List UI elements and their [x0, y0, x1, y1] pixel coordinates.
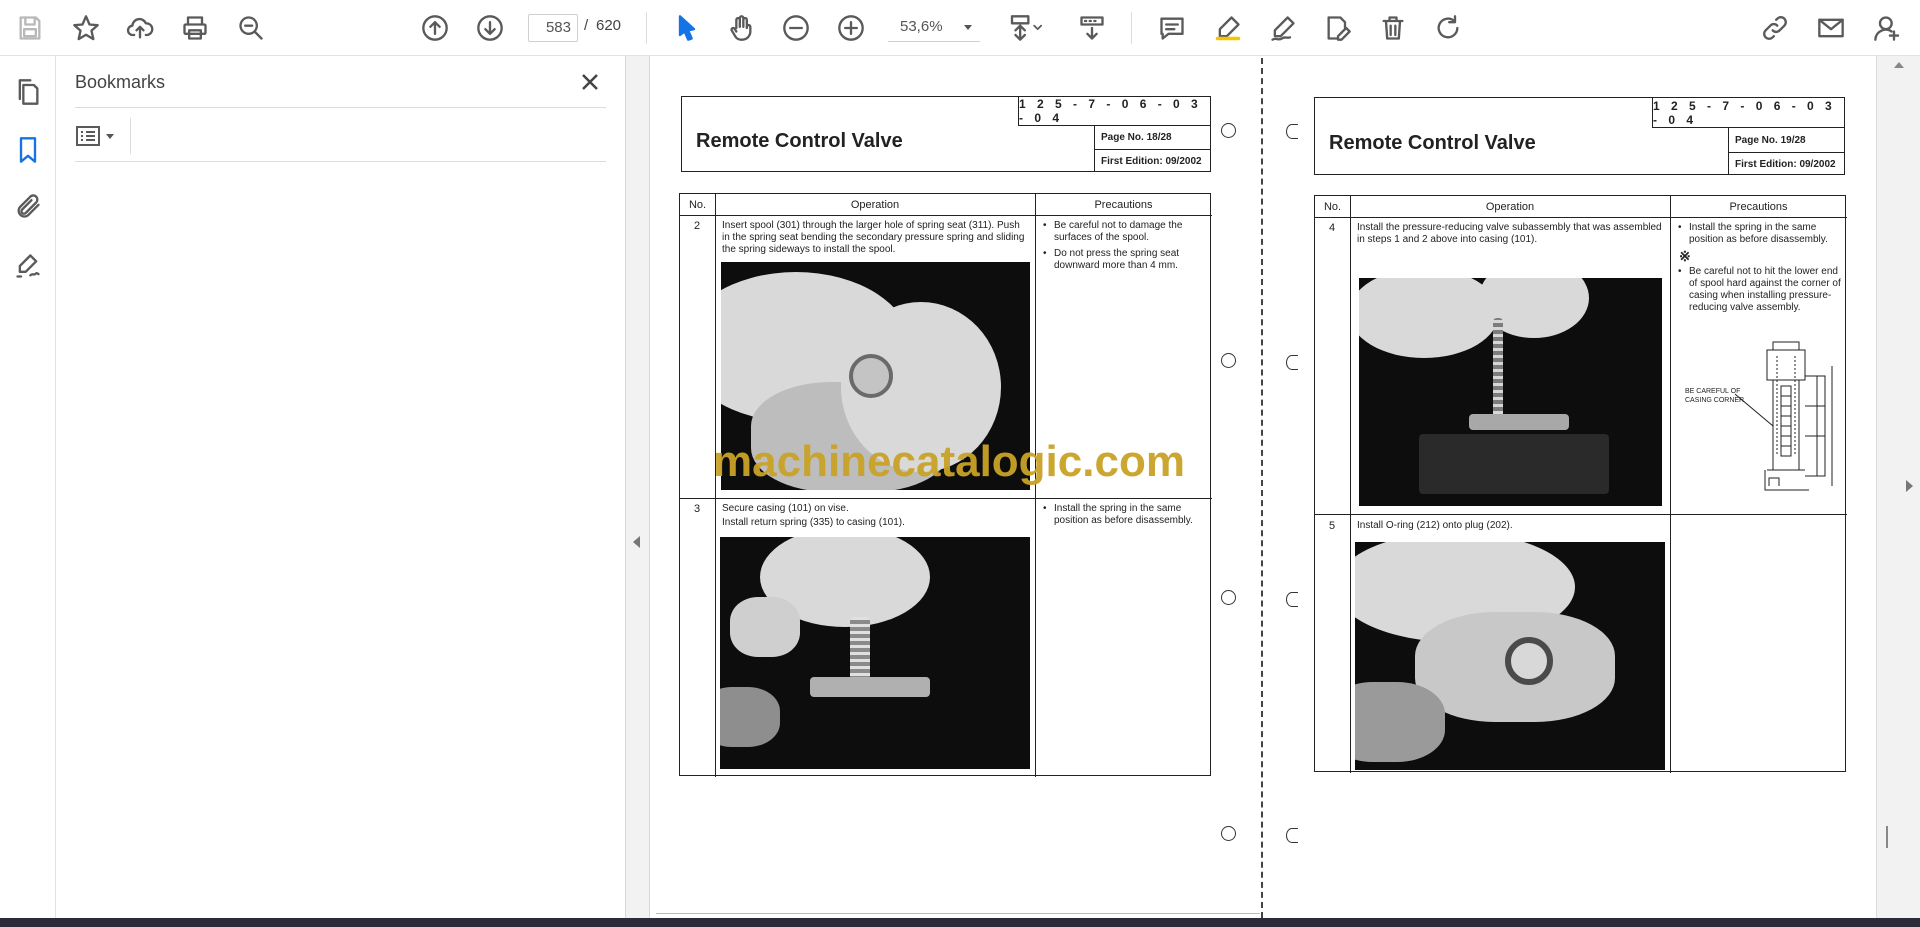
step-number: 2	[693, 220, 701, 232]
column-header-no: No.	[680, 194, 715, 216]
precaution-item: Be careful not to damage the surfaces of…	[1040, 220, 1208, 244]
zoom-in-icon[interactable]	[833, 10, 869, 46]
total-pages: 620	[596, 17, 622, 34]
document-page-right: 1 2 5 - 7 - 0 6 - 0 3 - 0 4 Remote Contr…	[1262, 56, 1886, 918]
precautions-list: Install the spring in the same position …	[1040, 503, 1208, 531]
operation-text: Install O-ring (212) onto plug (202).	[1357, 520, 1513, 531]
page-title: Remote Control Valve	[1329, 132, 1536, 154]
hand-icon[interactable]	[723, 10, 759, 46]
rotate-icon[interactable]	[1430, 10, 1466, 46]
attachment-icon[interactable]	[8, 186, 48, 226]
doc-code: 1 2 5 - 7 - 0 6 - 0 3 - 0 4	[1652, 98, 1844, 128]
email-icon[interactable]	[1813, 10, 1849, 46]
operation-text: Secure casing (101) on vise. Install ret…	[722, 503, 905, 528]
draw-icon[interactable]	[1265, 10, 1301, 46]
page-title: Remote Control Valve	[696, 130, 903, 152]
delete-icon[interactable]	[1375, 10, 1411, 46]
bookmark-options-button[interactable]	[76, 120, 126, 152]
chevron-down-icon	[106, 133, 114, 139]
highlight-icon[interactable]	[1210, 10, 1246, 46]
diagram-label: BE CAREFUL OF	[1685, 388, 1741, 395]
divider	[130, 118, 131, 154]
operation-text: Install the pressure-reducing valve suba…	[1357, 222, 1662, 245]
bookmarks-panel-title: Bookmarks	[75, 72, 166, 92]
reference-mark: ※	[1679, 248, 1691, 264]
photo-install-return-spring	[720, 537, 1030, 769]
expand-right-panel-icon[interactable]	[1906, 480, 1913, 492]
taskbar-edge	[0, 918, 1920, 927]
page-header: 1 2 5 - 7 - 0 6 - 0 3 - 0 4 Remote Contr…	[681, 96, 1211, 172]
star-icon[interactable]	[68, 10, 104, 46]
photo-install-valve-subassembly	[1359, 278, 1662, 506]
step-number: 3	[693, 503, 701, 515]
precautions-list: Be careful not to damage the surfaces of…	[1040, 220, 1208, 276]
signature-icon[interactable]	[8, 246, 48, 286]
watermark: machinecatalogic.com	[713, 437, 1185, 486]
bookmark-icon[interactable]	[8, 130, 48, 170]
zoom-out-icon[interactable]	[778, 10, 814, 46]
edition-label: First Edition: 09/2002	[1094, 150, 1211, 172]
bookmarks-panel: Bookmarks	[56, 56, 626, 927]
photo-install-o-ring	[1355, 542, 1665, 770]
left-navigation-rail	[0, 56, 56, 927]
collapse-panel-icon[interactable]	[633, 536, 640, 548]
column-header-no: No.	[1315, 196, 1350, 218]
page-thumbnails-icon[interactable]	[8, 72, 48, 112]
zoom-level-value: 53,6%	[900, 18, 943, 35]
zoom-level-select[interactable]: 53,6%	[888, 14, 980, 42]
divider	[75, 161, 606, 162]
document-view[interactable]: 1 2 5 - 7 - 0 6 - 0 3 - 0 4 Remote Contr…	[650, 56, 1886, 918]
column-header-operation: Operation	[1350, 196, 1670, 218]
precautions-list: Install the spring in the same position …	[1675, 222, 1843, 318]
page-number: Page No. 19/28	[1728, 128, 1845, 153]
column-header-precautions: Precautions	[1670, 196, 1847, 218]
precaution-item: Install the spring in the same position …	[1040, 503, 1208, 527]
step-number: 5	[1328, 520, 1336, 532]
operation-table: No. Operation Precautions 4 Install the …	[1314, 195, 1847, 773]
save-icon[interactable]	[12, 10, 48, 46]
current-page-input[interactable]: 583	[528, 14, 578, 42]
scroll-up-icon[interactable]	[1894, 62, 1904, 68]
close-icon[interactable]	[576, 68, 604, 96]
precaution-item: Do not press the spring seat downward mo…	[1040, 248, 1208, 272]
column-header-operation: Operation	[715, 194, 1035, 216]
comment-icon[interactable]	[1154, 10, 1190, 46]
step-number: 4	[1328, 222, 1336, 234]
document-page-left: 1 2 5 - 7 - 0 6 - 0 3 - 0 4 Remote Contr…	[650, 56, 1260, 918]
page-divider	[1261, 58, 1263, 918]
divider	[75, 107, 606, 108]
precaution-item: Install the spring in the same position …	[1675, 222, 1843, 246]
arrow-up-circle-icon[interactable]	[417, 10, 453, 46]
upload-icon[interactable]	[122, 10, 158, 46]
arrow-down-circle-icon[interactable]	[472, 10, 508, 46]
page-header: 1 2 5 - 7 - 0 6 - 0 3 - 0 4 Remote Contr…	[1314, 97, 1845, 175]
scrollbar-thumb[interactable]	[1886, 826, 1888, 848]
account-icon[interactable]	[1869, 10, 1905, 46]
precaution-item: Be careful not to hit the lower end of s…	[1675, 266, 1843, 314]
scroll-mode-icon[interactable]	[1074, 10, 1110, 46]
fit-page-icon[interactable]	[1002, 10, 1050, 46]
panel-splitter[interactable]	[626, 56, 650, 927]
select-pointer-icon[interactable]	[669, 10, 705, 46]
main-toolbar: 583 / 620 53,6%	[0, 0, 1920, 56]
column-header-precautions: Precautions	[1035, 194, 1212, 216]
doc-code: 1 2 5 - 7 - 0 6 - 0 3 - 0 4	[1018, 97, 1210, 126]
print-icon[interactable]	[177, 10, 213, 46]
valve-diagram: BE CAREFUL OF CASING CORNER	[1677, 336, 1843, 501]
edit-text-icon[interactable]	[1320, 10, 1356, 46]
operation-text: Insert spool (301) through the larger ho…	[722, 220, 1025, 255]
chevron-down-icon	[964, 25, 972, 30]
find-icon[interactable]	[233, 10, 269, 46]
page-separator: /	[584, 17, 589, 34]
edition-label: First Edition: 09/2002	[1728, 153, 1845, 175]
page-number: Page No. 18/28	[1094, 126, 1211, 150]
diagram-label: CASING CORNER	[1685, 397, 1745, 404]
right-panel-toggle-strip[interactable]	[1876, 56, 1920, 918]
list-options-icon	[76, 126, 100, 146]
share-link-icon[interactable]	[1757, 10, 1793, 46]
page-edge	[656, 913, 1260, 914]
